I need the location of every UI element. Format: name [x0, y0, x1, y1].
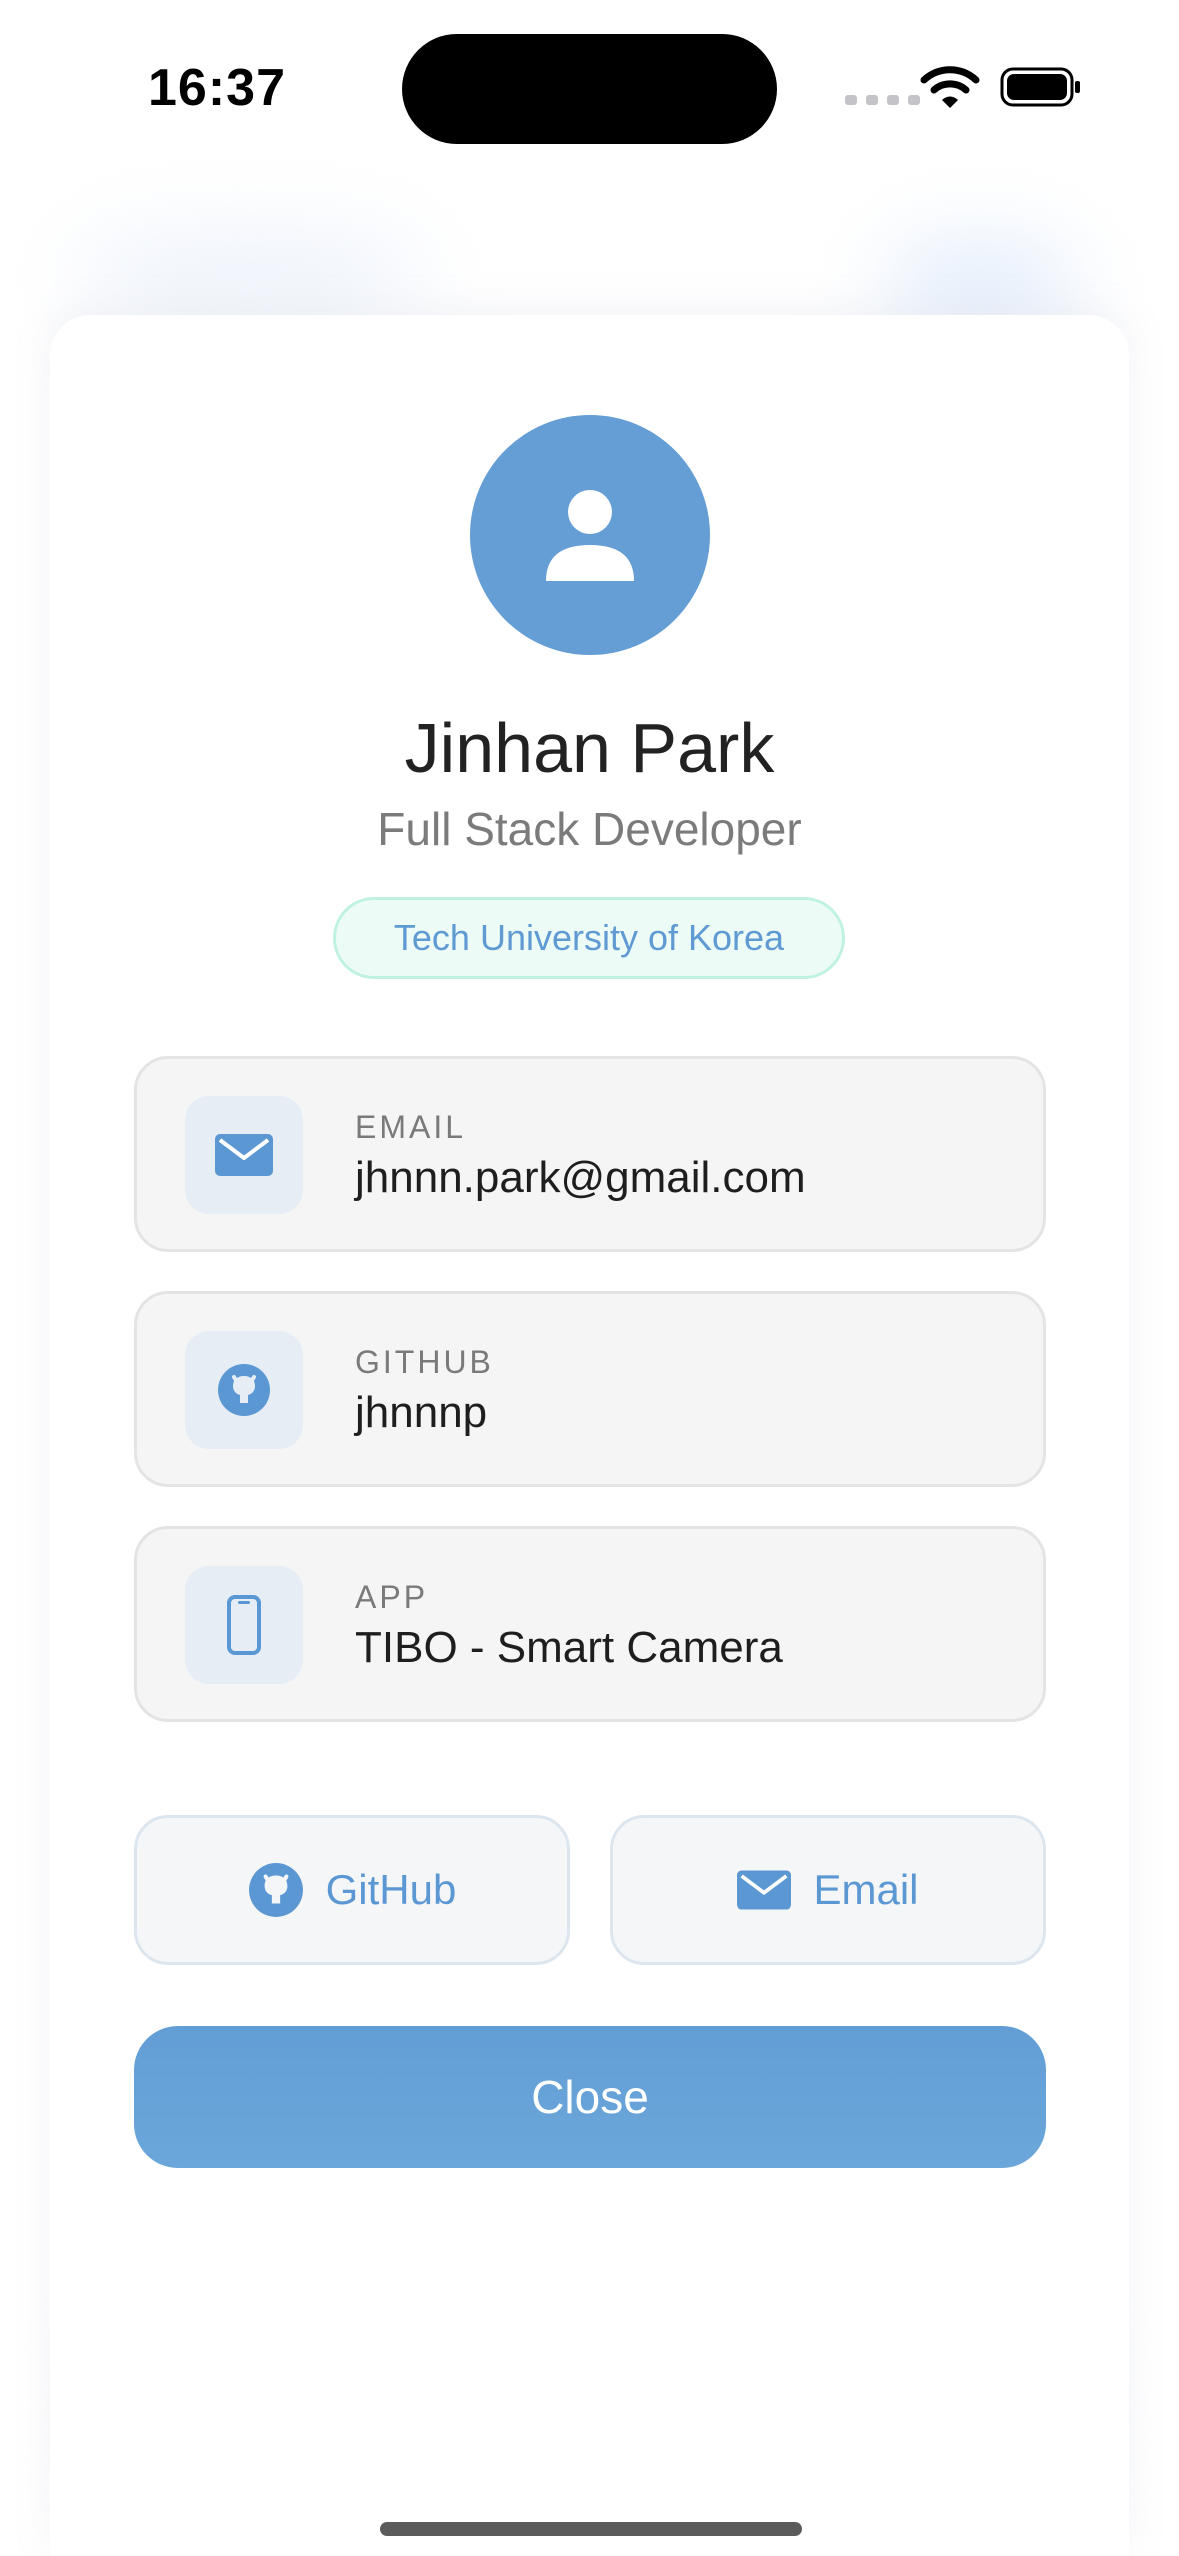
- school-badge: Tech University of Korea: [333, 897, 845, 979]
- close-button[interactable]: Close: [134, 2026, 1046, 2168]
- info-value: jhnnnp: [355, 1388, 488, 1437]
- envelope-icon: [737, 1870, 792, 1910]
- profile-role: Full Stack Developer: [377, 803, 802, 855]
- github-button[interactable]: GitHub: [134, 1815, 570, 1965]
- wifi-icon: [920, 66, 980, 108]
- profile-name: Jinhan Park: [404, 709, 775, 787]
- cellular-signal-icon: [845, 95, 920, 105]
- github-icon-tile: [185, 1331, 303, 1449]
- email-button-label: Email: [813, 1866, 919, 1913]
- info-value: TIBO - Smart Camera: [355, 1623, 783, 1672]
- envelope-icon-tile: [185, 1096, 303, 1214]
- phone-icon: [227, 1595, 261, 1655]
- battery-icon: [1000, 67, 1080, 107]
- github-button-label: GitHub: [325, 1866, 457, 1913]
- info-value: jhnnn.park@gmail.com: [355, 1153, 806, 1202]
- info-label: APP: [355, 1579, 429, 1615]
- github-icon: [248, 1863, 303, 1917]
- info-label: EMAIL: [355, 1109, 467, 1145]
- dynamic-island: [402, 34, 777, 144]
- avatar: [470, 415, 710, 655]
- home-indicator[interactable]: [380, 2522, 802, 2536]
- info-card-email[interactable]: EMAIL jhnnn.park@gmail.com: [134, 1056, 1046, 1252]
- info-card-app[interactable]: APP TIBO - Smart Camera: [134, 1526, 1046, 1722]
- email-button[interactable]: Email: [610, 1815, 1046, 1965]
- background-blur: [70, 230, 430, 320]
- envelope-icon: [215, 1134, 273, 1176]
- person-icon: [546, 490, 634, 581]
- status-time: 16:37: [148, 59, 286, 117]
- github-icon: [218, 1364, 270, 1416]
- info-card-github[interactable]: GITHUB jhnnnp: [134, 1291, 1046, 1487]
- info-label: GITHUB: [355, 1344, 494, 1380]
- phone-icon-tile: [185, 1566, 303, 1684]
